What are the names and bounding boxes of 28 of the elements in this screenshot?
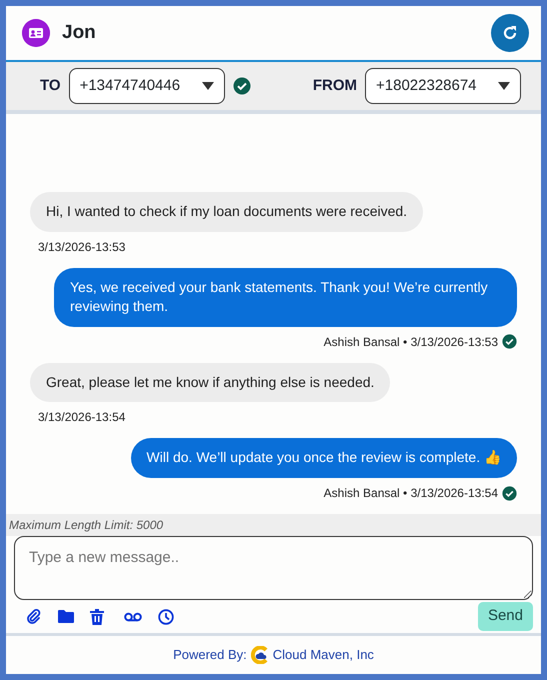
caret-icon [498,82,510,90]
caret-icon [202,82,214,90]
message-time: 3/13/2026-13:53 [38,238,126,256]
refresh-button[interactable] [491,14,529,52]
from-label: FROM [312,76,357,96]
attachment-icon[interactable] [26,608,42,624]
message-time: 3/13/2026-13:54 [38,409,126,426]
received-message-bubble: Great, please let me know if anything else is needed. [30,362,390,402]
to-label: TO [40,76,61,96]
received-message-bubble: Hi, I wanted to check if my loan documents were received. [30,192,424,232]
clock-icon[interactable] [158,608,174,624]
company-logo-icon [250,646,269,664]
contact-name: Jon [62,20,96,45]
sent-message-bubble: Will do. We’ll update you once the review is complete. 👍 [130,438,517,478]
number-dropdown[interactable]: +13474740446 [68,68,225,104]
folder-icon[interactable] [58,609,74,624]
message-field[interactable]: Type a new message.. [14,536,533,600]
contact-icon [22,19,50,47]
sender-and-time: Ashish Bansal • 3/13/2026-13:54 [324,485,498,502]
length-limit-note: Maximum Length Limit: 5000 [6,514,541,536]
send-button[interactable]: Send [478,602,533,631]
sent-message-bubble: Yes, we received your bank statements. Thank you! We’re currently reviewing them. [54,268,517,327]
number-dropdown[interactable]: +18022328674 [365,68,521,104]
company-link[interactable]: Cloud Maven, Inc [272,645,374,665]
trash-icon[interactable] [90,608,104,624]
sender-and-time: Ashish Bansal • 3/13/2026-13:53 [324,334,498,351]
voicemail-icon[interactable] [124,612,142,622]
powered-by-label: Powered By: [173,646,247,664]
